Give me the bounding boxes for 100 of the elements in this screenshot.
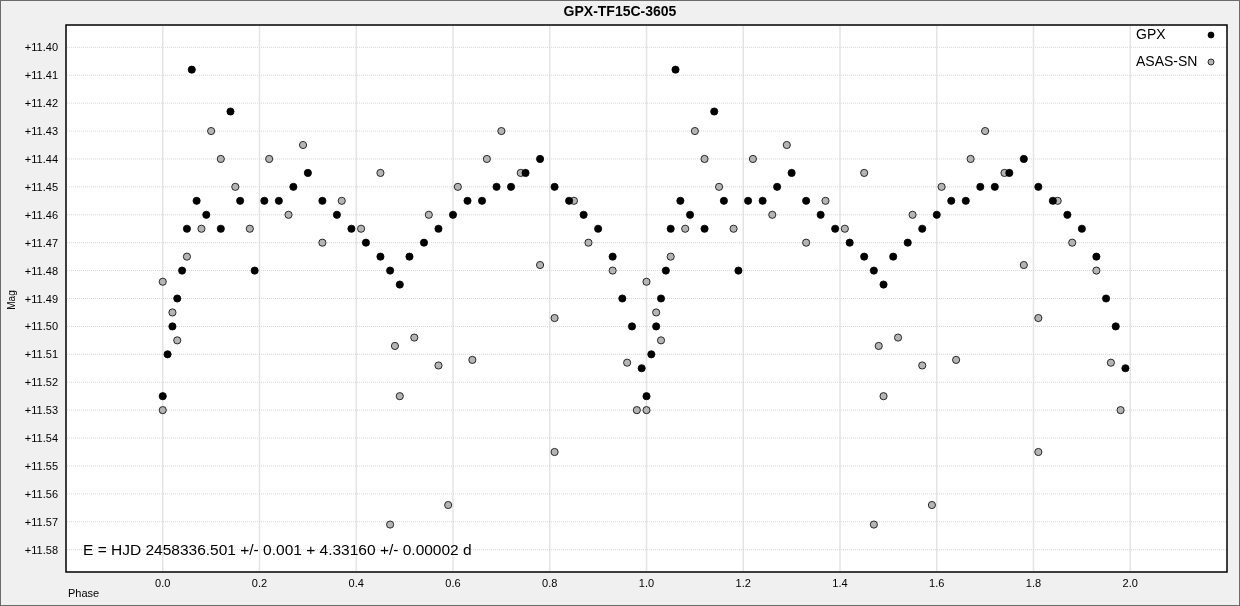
y-tick-label: +11.43 xyxy=(24,125,58,138)
data-point xyxy=(676,196,685,205)
data-point xyxy=(1068,238,1077,247)
data-point xyxy=(1019,154,1028,163)
y-tick-label: +11.50 xyxy=(24,320,58,333)
data-point xyxy=(661,266,670,275)
y-tick-label: +11.58 xyxy=(24,543,58,556)
data-point xyxy=(990,182,999,191)
data-point xyxy=(158,406,167,415)
data-point xyxy=(927,501,936,509)
data-point xyxy=(550,448,559,456)
y-tick-label: +11.42 xyxy=(24,97,58,110)
data-point xyxy=(1034,182,1043,191)
x-tick-label: 2.0 xyxy=(1122,577,1138,589)
chart-title: GPX-TF15C-3605 xyxy=(563,2,677,21)
y-axis-label: Mag xyxy=(6,290,17,310)
data-point xyxy=(869,266,878,275)
data-point xyxy=(932,210,941,219)
x-tick-label: 1.2 xyxy=(735,577,751,589)
data-point xyxy=(250,266,259,275)
data-point xyxy=(168,322,177,331)
data-point xyxy=(1048,196,1057,205)
data-point xyxy=(478,196,487,205)
data-point xyxy=(386,520,395,529)
data-point xyxy=(468,355,477,364)
x-tick-label: 1.0 xyxy=(638,577,655,589)
data-point xyxy=(1116,406,1125,415)
data-point xyxy=(623,358,632,367)
data-point xyxy=(550,182,559,191)
data-point xyxy=(719,196,728,205)
y-tick-label: +11.48 xyxy=(24,264,58,277)
x-tick-label: 0.0 xyxy=(155,577,171,589)
data-point xyxy=(434,224,443,233)
data-point xyxy=(715,182,724,191)
data-point xyxy=(236,196,245,205)
data-point xyxy=(550,314,559,323)
x-tick-label: 1.6 xyxy=(929,577,945,589)
data-point xyxy=(918,361,927,370)
data-point xyxy=(734,266,743,275)
data-point xyxy=(632,406,641,415)
data-point xyxy=(1111,322,1120,331)
data-point xyxy=(748,154,757,163)
ephemeris-annotation: E = HJD 2458336.501 +/- 0.001 + 4.33160 +/- 0.00002 d xyxy=(83,541,472,558)
data-point xyxy=(265,154,274,163)
data-point xyxy=(1034,448,1043,456)
data-point xyxy=(821,196,830,205)
data-point xyxy=(647,350,656,359)
data-point xyxy=(1077,224,1086,233)
data-point xyxy=(976,182,985,191)
data-point xyxy=(197,224,206,233)
data-point xyxy=(666,252,675,261)
data-point xyxy=(376,252,385,261)
data-point xyxy=(444,501,453,509)
data-point xyxy=(158,392,167,401)
data-point xyxy=(299,141,308,149)
data-point xyxy=(453,182,462,191)
data-point xyxy=(173,336,182,345)
data-point xyxy=(158,277,167,286)
y-tick-label: +11.56 xyxy=(24,487,58,500)
data-point xyxy=(332,210,341,219)
x-tick-label: 0.8 xyxy=(542,577,558,589)
data-point xyxy=(657,336,665,345)
data-point xyxy=(168,308,177,317)
data-point xyxy=(637,364,646,373)
data-point xyxy=(642,406,651,415)
data-point xyxy=(700,154,709,163)
data-point xyxy=(1005,168,1014,177)
data-point xyxy=(860,252,869,261)
data-point xyxy=(376,168,385,177)
data-point xyxy=(386,266,395,275)
data-point xyxy=(894,333,903,342)
data-point xyxy=(274,196,283,205)
data-point xyxy=(226,107,235,116)
data-point xyxy=(879,392,888,401)
data-point xyxy=(686,210,695,219)
data-point xyxy=(666,224,675,233)
data-point xyxy=(584,238,593,247)
x-tick-label: 1.8 xyxy=(1025,577,1042,589)
legend-label: ASAS-SN xyxy=(1136,53,1198,69)
data-point xyxy=(937,182,946,191)
data-point xyxy=(482,154,491,163)
x-tick-label: 0.2 xyxy=(251,577,268,589)
data-point xyxy=(245,224,254,233)
y-tick-label: +11.52 xyxy=(24,376,58,389)
data-point xyxy=(657,294,665,303)
data-point xyxy=(579,210,588,219)
data-point xyxy=(961,196,970,205)
data-point xyxy=(652,322,661,331)
data-point xyxy=(860,168,869,177)
data-point xyxy=(163,350,172,359)
data-point xyxy=(690,127,699,136)
data-point xyxy=(729,224,738,233)
data-point xyxy=(216,224,225,233)
data-point xyxy=(1102,294,1111,303)
data-point xyxy=(618,294,627,303)
data-point xyxy=(831,224,840,233)
data-point xyxy=(1034,314,1043,323)
data-point xyxy=(318,238,327,247)
y-tick-label: +11.45 xyxy=(24,180,58,193)
x-tick-label: 0.4 xyxy=(348,577,364,589)
